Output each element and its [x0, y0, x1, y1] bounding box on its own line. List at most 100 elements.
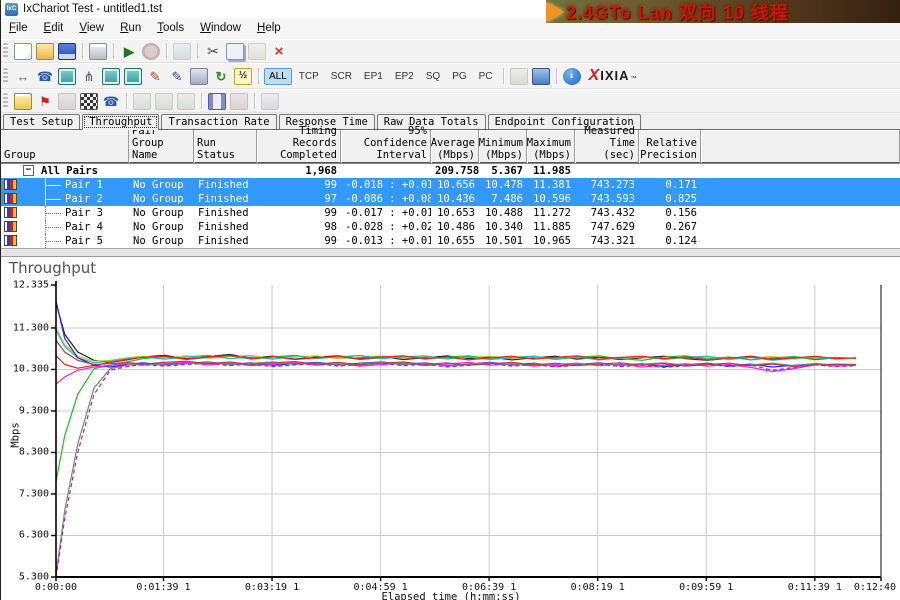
pair-chart-icon	[4, 207, 17, 218]
dialup-icon[interactable]: ☎	[102, 93, 120, 110]
column-header[interactable]: Run Status	[194, 130, 257, 163]
add-group-icon[interactable]	[14, 93, 32, 110]
add-multicast-group-icon[interactable]: ⋔	[80, 68, 98, 85]
pair-row[interactable]: Pair 1No GroupFinished99-0.018 : +0.0181…	[1, 178, 900, 192]
pair-row[interactable]: Pair 5No GroupFinished99-0.013 : +0.0131…	[1, 234, 900, 248]
menu-edit[interactable]: Edit	[36, 18, 72, 39]
all-pairs-row[interactable]: −All Pairs1,968209.7585.36711.985	[1, 163, 900, 178]
menu-run[interactable]: Run	[112, 18, 149, 39]
info-icon[interactable]: i	[563, 68, 581, 85]
pair-row[interactable]: Pair 3No GroupFinished99-0.017 : +0.0171…	[1, 206, 900, 220]
all-pairs-label: All Pairs	[37, 164, 127, 178]
average-mbps: 10.656	[431, 178, 479, 192]
filter-all[interactable]: ALL	[264, 68, 292, 85]
tab-test-setup[interactable]: Test Setup	[3, 114, 80, 129]
filter-scr[interactable]: SCR	[326, 68, 357, 85]
new-test-icon[interactable]	[14, 43, 32, 60]
locate-endpoint-icon	[261, 93, 279, 110]
relative-precision: 0.825	[639, 192, 701, 206]
x-tick-label: 0:09:59 1	[679, 582, 733, 593]
y-tick-label: 11.300	[3, 322, 49, 333]
ixia-logo: XIXIA™	[589, 67, 637, 85]
add-video-stream-icon[interactable]	[124, 68, 142, 85]
pair-name: Pair 1	[61, 178, 127, 192]
splitter-handle[interactable]	[1, 248, 900, 257]
menu-view[interactable]: View	[71, 18, 112, 39]
toolbar-separator	[201, 93, 202, 109]
column-header[interactable]: Minimum (Mbps)	[479, 130, 527, 163]
maximum-mbps: 11.381	[527, 178, 575, 192]
x-tick-label: 0:01:39 1	[136, 582, 190, 593]
run-test-icon[interactable]: ▶	[120, 43, 138, 60]
column-header[interactable]: Maximum (Mbps)	[527, 130, 575, 163]
copy-pairs-icon[interactable]	[190, 68, 208, 85]
tree-branch	[45, 185, 61, 187]
add-vod-pair-icon[interactable]	[102, 68, 120, 85]
pair-group-name: No Group	[129, 178, 194, 192]
column-header[interactable]: Measured Time (sec)	[575, 130, 639, 163]
delete-icon[interactable]: ×	[270, 43, 288, 60]
y-tick-label: 7.300	[3, 488, 49, 499]
filter-pc[interactable]: PC	[474, 68, 498, 85]
column-header[interactable]: Pair Group Name	[129, 130, 194, 163]
save-test-icon[interactable]	[58, 43, 76, 60]
link-pairs-icon[interactable]	[208, 93, 226, 110]
column-header[interactable]: Group	[1, 130, 129, 163]
filter-tcp[interactable]: TCP	[294, 68, 324, 85]
column-header[interactable]: 95% Confidence Interval	[341, 130, 431, 163]
toolbar-gripper[interactable]	[3, 68, 8, 84]
network-map-icon[interactable]	[80, 93, 98, 110]
pair-row[interactable]: Pair 4No GroupFinished98-0.028 : +0.0281…	[1, 220, 900, 234]
toolbar-gripper[interactable]	[3, 43, 8, 59]
timing-records: 99	[257, 234, 341, 248]
filter-pg[interactable]: PG	[447, 68, 471, 85]
timing-records: 99	[257, 178, 341, 192]
column-header[interactable]: Timing Records Completed	[257, 130, 341, 163]
pair-row[interactable]: Pair 2No GroupFinished97-0.086 : +0.0861…	[1, 192, 900, 206]
menu-window[interactable]: Window	[192, 18, 249, 39]
cut-icon[interactable]: ✂	[204, 43, 222, 60]
column-header[interactable]: Relative Precision	[639, 130, 701, 163]
toolbar-gripper[interactable]	[3, 93, 8, 109]
add-voip-pair-icon[interactable]: ☎	[36, 68, 54, 85]
filter-sq[interactable]: SQ	[421, 68, 445, 85]
toolbar-separator	[556, 68, 557, 84]
app-icon: IxC	[5, 3, 18, 16]
x-tick-label: 0:04:59 1	[353, 582, 407, 593]
column-header[interactable]: Average (Mbps)	[431, 130, 479, 163]
open-test-icon[interactable]	[36, 43, 54, 60]
pair-chart-icon	[4, 221, 17, 232]
x-tick-label: 0:11:39 1	[788, 582, 842, 593]
toolbar-separator	[166, 43, 167, 59]
run-status: Finished	[194, 178, 257, 192]
export-icon[interactable]	[532, 68, 550, 85]
x-tick-label: 0:03:19 1	[245, 582, 299, 593]
view-tabs: Test SetupThroughputTransaction RateResp…	[1, 113, 900, 130]
set-flag-icon[interactable]: ⚑	[36, 93, 54, 110]
swap-endpoints-icon[interactable]: ↻	[212, 68, 230, 85]
collapse-icon[interactable]: −	[23, 165, 34, 176]
add-pair-icon[interactable]: ↔	[14, 68, 32, 85]
renumber-pairs-icon[interactable]: ½	[234, 68, 252, 85]
pair-chart-icon	[4, 193, 17, 204]
view-results-icon	[173, 43, 191, 60]
edit-script-icon[interactable]: ✎	[168, 68, 186, 85]
window-title: IxChariot Test - untitled1.tst	[23, 3, 162, 15]
filter-ep1[interactable]: EP1	[359, 68, 388, 85]
menu-tools[interactable]: Tools	[149, 18, 192, 39]
tab-throughput[interactable]: Throughput	[82, 114, 159, 130]
measured-time: 743.432	[575, 206, 639, 220]
copy-icon[interactable]	[226, 43, 244, 60]
add-video-pair-icon[interactable]	[58, 68, 76, 85]
toolbar-separator	[254, 93, 255, 109]
filter-ep2[interactable]: EP2	[390, 68, 419, 85]
menu-help[interactable]: Help	[249, 18, 289, 39]
chart-canvas	[1, 257, 900, 600]
average-mbps: 10.486	[431, 220, 479, 234]
minimum-mbps: 7.486	[479, 192, 527, 206]
menu-file[interactable]: File	[1, 18, 36, 39]
edit-pair-icon[interactable]: ✎	[146, 68, 164, 85]
unlink-pairs-icon	[230, 93, 248, 110]
print-icon[interactable]	[89, 43, 107, 60]
pair-group-name: No Group	[129, 220, 194, 234]
